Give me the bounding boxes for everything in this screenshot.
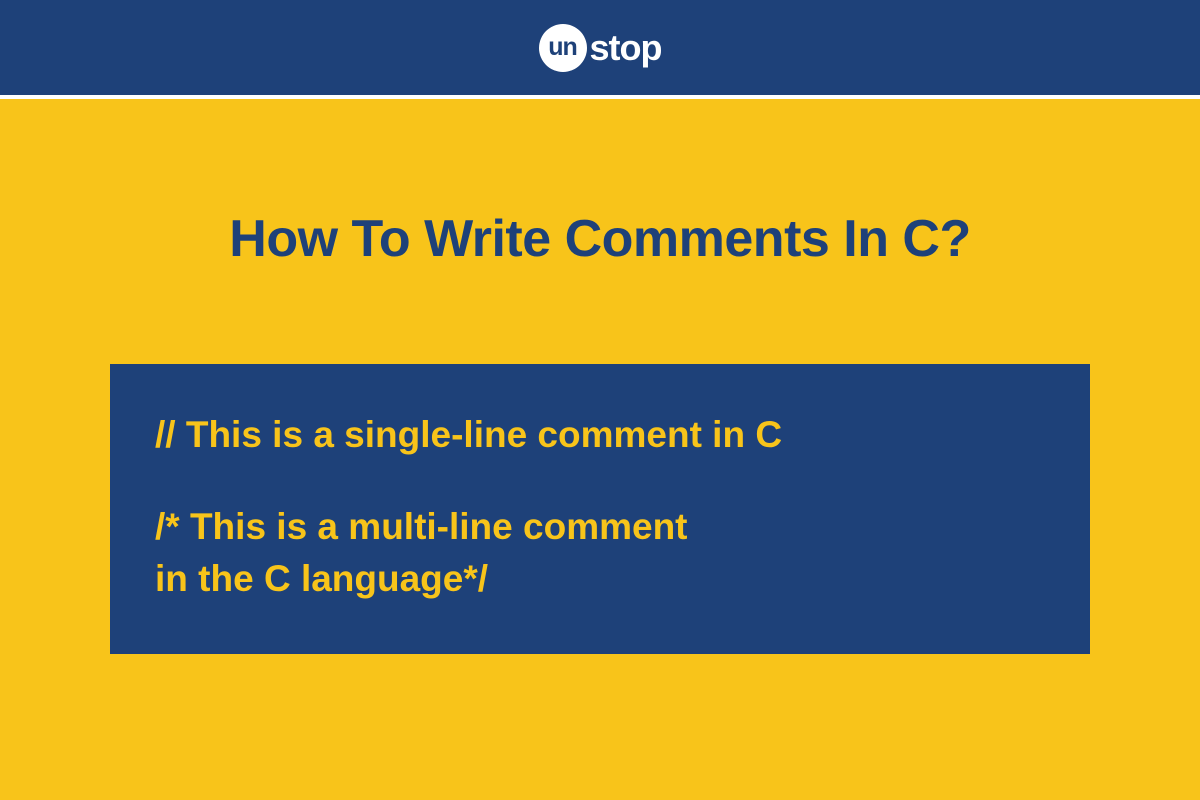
- page-title: How To Write Comments In C?: [110, 209, 1090, 269]
- logo-prefix-text: un: [548, 33, 577, 62]
- multi-line-comment-line-2: in the C language*/: [155, 553, 1045, 605]
- header-bar: un stop: [0, 0, 1200, 95]
- logo-circle-icon: un: [539, 24, 587, 72]
- multi-line-comment-example: /* This is a multi-line comment in the C…: [155, 501, 1045, 605]
- code-example-box: // This is a single-line comment in C /*…: [110, 364, 1090, 654]
- single-line-comment-example: // This is a single-line comment in C: [155, 409, 1045, 461]
- main-content: How To Write Comments In C? // This is a…: [0, 99, 1200, 654]
- multi-line-comment-line-1: /* This is a multi-line comment: [155, 501, 1045, 553]
- brand-logo: un stop: [539, 24, 662, 72]
- logo-suffix-text: stop: [590, 27, 662, 69]
